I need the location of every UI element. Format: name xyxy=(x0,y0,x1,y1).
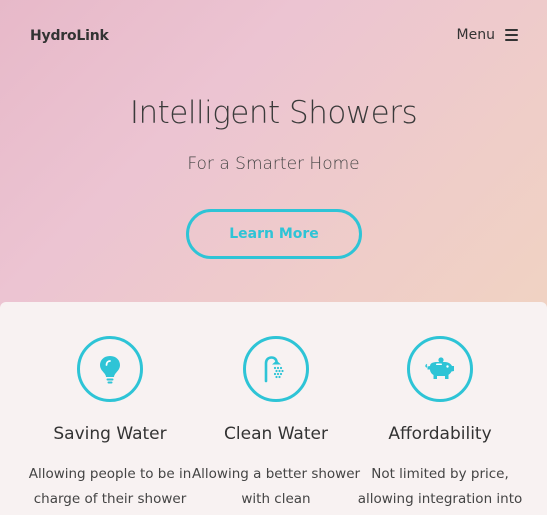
menu-label: Menu xyxy=(456,27,495,43)
brand-logo[interactable]: HydroLink xyxy=(30,28,109,44)
feature-text: Allowing a better shower with clean xyxy=(191,466,361,507)
features-section: Saving Water Allowing people to be in ch… xyxy=(0,302,547,515)
feature-title: Affordability xyxy=(388,424,492,444)
lightbulb-icon xyxy=(77,336,143,402)
feature-text: Not limited by price, allowing integrati… xyxy=(357,466,523,507)
feature-title: Saving Water xyxy=(53,424,167,444)
learn-more-button[interactable]: Learn More xyxy=(186,209,362,259)
hamburger-icon xyxy=(505,29,518,41)
hero-subtitle: For a Smarter Home xyxy=(187,154,360,174)
piggy-bank-icon xyxy=(407,336,473,402)
navbar: HydroLink Menu xyxy=(0,0,547,72)
shower-icon xyxy=(243,336,309,402)
feature-title: Clean Water xyxy=(224,424,328,444)
menu-button[interactable]: Menu xyxy=(457,27,518,43)
hero-section: HydroLink Menu Intelligent Showers For a… xyxy=(0,0,547,330)
feature-text: Allowing people to be in charge of their… xyxy=(28,466,192,507)
hero-title: Intelligent Showers xyxy=(129,95,418,131)
